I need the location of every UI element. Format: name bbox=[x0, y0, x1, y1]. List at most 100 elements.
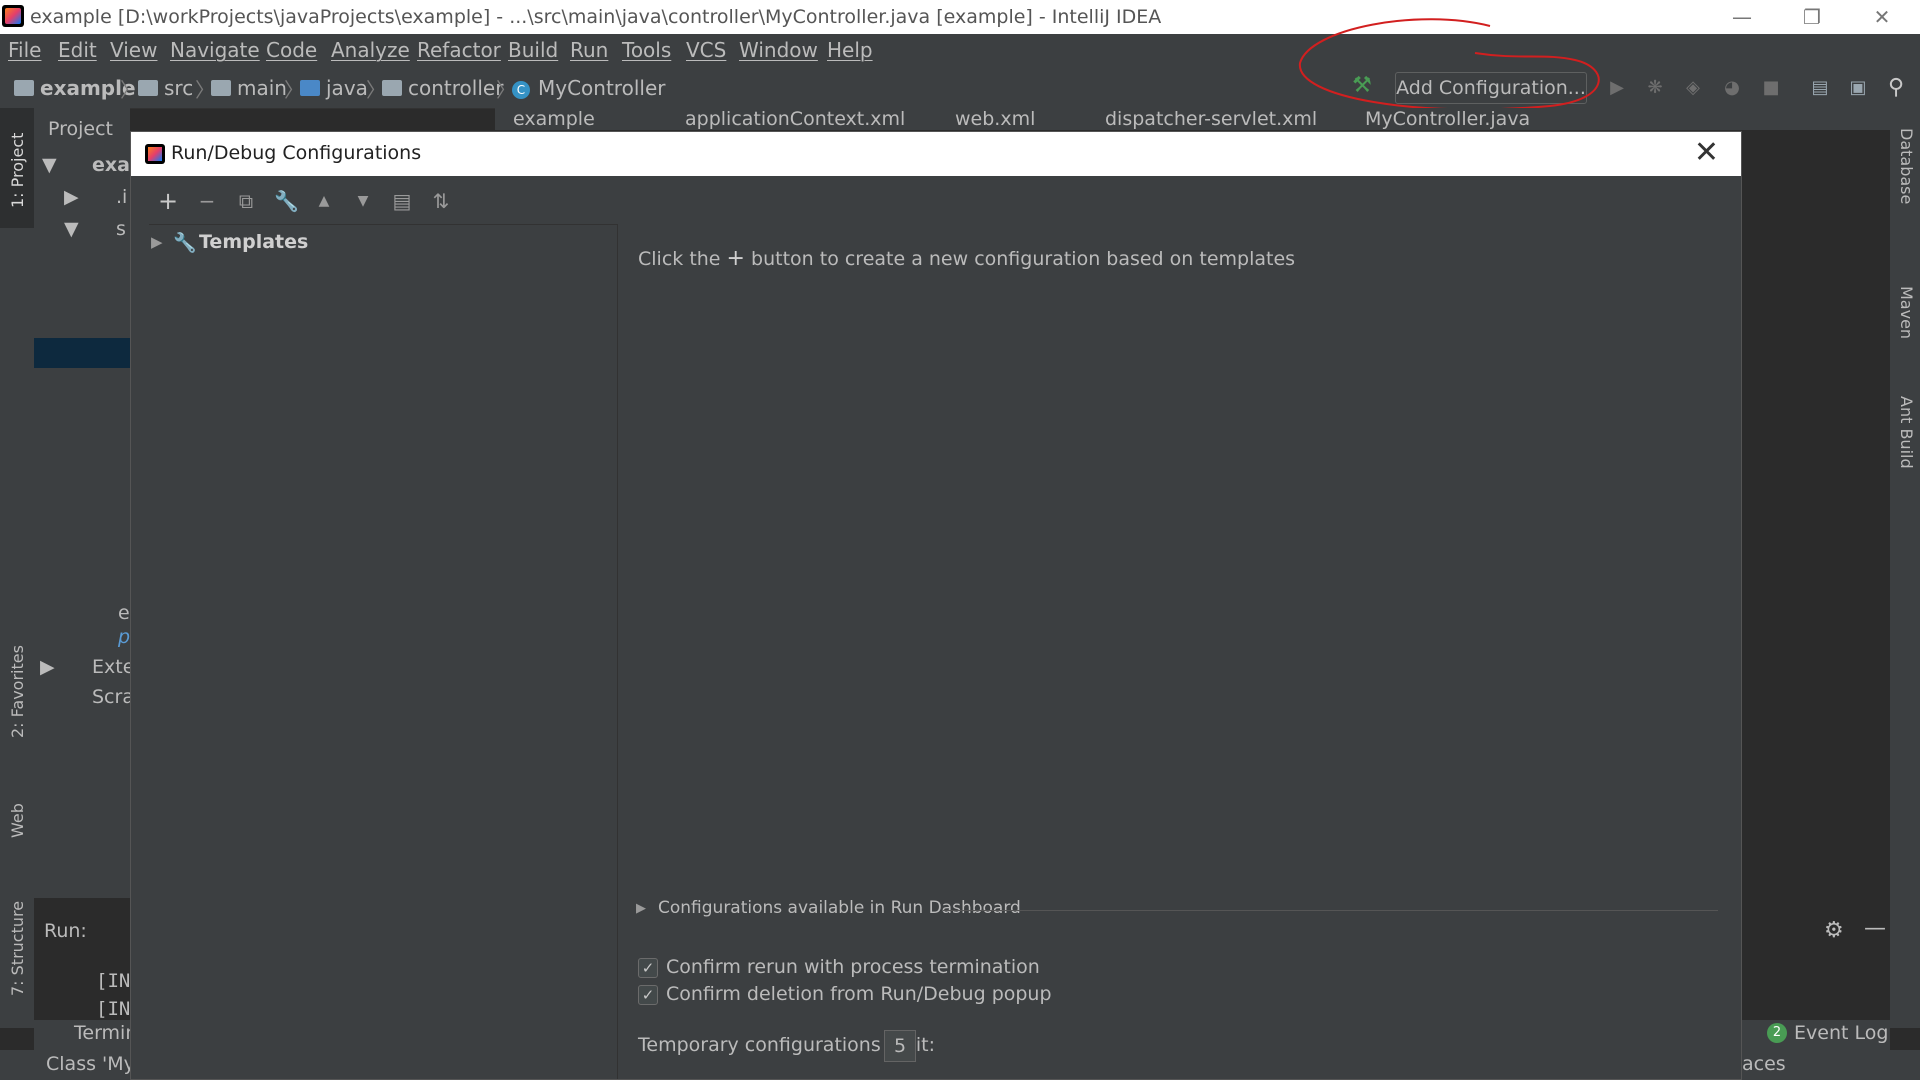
tree-item[interactable]: e bbox=[118, 602, 130, 624]
add-icon[interactable]: + bbox=[157, 189, 179, 213]
expand-arrow-icon[interactable]: ▶ bbox=[151, 233, 163, 251]
menu-refactor[interactable]: Refactor bbox=[417, 38, 501, 62]
add-icon: + bbox=[726, 246, 745, 271]
menu-edit[interactable]: Edit bbox=[58, 38, 97, 62]
sort-icon[interactable]: ⇅ bbox=[430, 190, 452, 212]
class-icon: C bbox=[512, 81, 530, 99]
menu-bar: File Edit View Navigate Code Analyze Ref… bbox=[0, 34, 1920, 66]
move-up-icon[interactable]: ▲ bbox=[313, 190, 335, 212]
profile-icon[interactable]: ◕ bbox=[1722, 78, 1742, 98]
editor-area[interactable] bbox=[1742, 130, 1890, 910]
menu-build[interactable]: Build bbox=[508, 38, 558, 62]
folder-icon bbox=[211, 80, 231, 96]
menu-file[interactable]: File bbox=[8, 38, 41, 62]
window-title: example [D:\workProjects\javaProjects\ex… bbox=[30, 6, 1162, 28]
status-message: Class 'My bbox=[46, 1053, 135, 1075]
menu-run[interactable]: Run bbox=[570, 38, 608, 62]
empty-hint: Click the + button to create a new confi… bbox=[638, 246, 1295, 271]
section-divider bbox=[943, 910, 1718, 911]
menu-vcs[interactable]: VCS bbox=[686, 38, 726, 62]
tree-item-root[interactable]: exar bbox=[92, 154, 130, 176]
breadcrumb-mycontroller[interactable]: C MyController bbox=[512, 76, 665, 100]
editor-tabs: example applicationContext.xml web.xml d… bbox=[495, 108, 1890, 130]
console-line: [IN bbox=[96, 998, 131, 1020]
move-down-icon[interactable]: ▼ bbox=[352, 190, 374, 212]
breadcrumb-src[interactable]: src bbox=[138, 76, 193, 100]
search-icon[interactable]: ⚲ bbox=[1886, 77, 1906, 99]
menu-window[interactable]: Window bbox=[739, 38, 818, 62]
templates-node[interactable]: Templates bbox=[199, 231, 308, 253]
confirm-rerun-checkbox[interactable]: ✓ bbox=[638, 958, 658, 978]
folder-icon bbox=[138, 80, 158, 96]
restore-icon[interactable]: ❐ bbox=[1792, 4, 1832, 30]
tab-favorites[interactable]: 2: Favorites bbox=[0, 638, 34, 768]
intellij-logo-icon bbox=[2, 5, 24, 27]
stop-icon[interactable]: ■ bbox=[1761, 78, 1781, 98]
close-window-icon[interactable]: ✕ bbox=[1862, 4, 1902, 30]
window-titlebar: example [D:\workProjects\javaProjects\ex… bbox=[0, 0, 1920, 34]
copy-icon[interactable]: ⧉ bbox=[235, 190, 257, 212]
configuration-detail-pane: Click the + button to create a new confi… bbox=[618, 224, 1741, 1079]
breadcrumb-example[interactable]: example bbox=[14, 76, 136, 100]
expand-arrow-icon[interactable]: ▶ bbox=[636, 901, 646, 916]
confirm-rerun-label[interactable]: Confirm rerun with process termination bbox=[666, 956, 1040, 978]
dialog-title: Run/Debug Configurations bbox=[171, 142, 422, 164]
confirm-deletion-label[interactable]: Confirm deletion from Run/Debug popup bbox=[666, 983, 1052, 1005]
run-debug-configurations-dialog: Run/Debug Configurations ✕ + − ⧉ 🔧 ▲ ▼ ▤… bbox=[130, 131, 1742, 1080]
menu-analyze[interactable]: Analyze bbox=[331, 38, 410, 62]
project-folder-icon bbox=[14, 80, 34, 96]
tree-item[interactable]: s bbox=[116, 218, 126, 240]
tab-structure[interactable]: 7: Structure bbox=[0, 898, 34, 1018]
breadcrumb-label: java bbox=[326, 76, 368, 100]
tab-dispatcher-servlet[interactable]: dispatcher-servlet.xml bbox=[1105, 108, 1317, 130]
tab-example[interactable]: example bbox=[513, 108, 595, 130]
coverage-icon[interactable]: ◈ bbox=[1683, 78, 1703, 98]
tree-item-scratches[interactable]: Scra bbox=[92, 686, 130, 708]
tree-arrow-icon[interactable]: ▶ bbox=[40, 656, 55, 678]
menu-view[interactable]: View bbox=[110, 38, 157, 62]
breadcrumb-java[interactable]: java bbox=[300, 76, 368, 100]
tree-arrow-icon[interactable]: ▼ bbox=[42, 154, 57, 176]
temp-limit-input[interactable]: 5 bbox=[884, 1030, 916, 1062]
tab-event-log[interactable]: Event Log bbox=[1794, 1022, 1888, 1044]
project-structure-icon[interactable]: ▤ bbox=[1810, 78, 1830, 98]
folder-icon[interactable]: ▤ bbox=[391, 190, 413, 212]
tab-mycontroller[interactable]: MyController.java bbox=[1365, 108, 1530, 130]
breadcrumb-controller[interactable]: controller bbox=[382, 76, 503, 100]
minimize-icon[interactable]: — bbox=[1722, 4, 1762, 30]
tree-arrow-icon[interactable]: ▶ bbox=[64, 186, 79, 208]
tab-web[interactable]: Web bbox=[0, 788, 34, 868]
annotation-circle bbox=[1298, 18, 1600, 111]
breadcrumb-main[interactable]: main bbox=[211, 76, 287, 100]
menu-tools[interactable]: Tools bbox=[622, 38, 671, 62]
project-panel-header[interactable]: Project bbox=[48, 118, 113, 140]
wrench-icon[interactable]: 🔧 bbox=[274, 190, 299, 212]
event-count-badge: 2 bbox=[1767, 1023, 1787, 1043]
tree-item-external-libraries[interactable]: Exte bbox=[92, 656, 130, 678]
terminal-window-icon[interactable]: ▣ bbox=[1848, 78, 1868, 98]
debug-icon[interactable]: ❋ bbox=[1645, 78, 1665, 98]
source-folder-icon bbox=[300, 80, 320, 96]
tree-arrow-icon[interactable]: ▼ bbox=[64, 218, 79, 240]
remove-icon[interactable]: − bbox=[196, 190, 218, 212]
hint-text: button to create a new configuration bas… bbox=[751, 248, 1296, 270]
minimize-panel-icon[interactable]: — bbox=[1864, 916, 1886, 941]
menu-code[interactable]: Code bbox=[266, 38, 317, 62]
tab-web-xml[interactable]: web.xml bbox=[955, 108, 1035, 130]
indent-status[interactable]: aces bbox=[1742, 1053, 1786, 1075]
breadcrumb-label: main bbox=[237, 76, 287, 100]
tree-item[interactable]: .i bbox=[116, 186, 127, 208]
menu-navigate[interactable]: Navigate bbox=[170, 38, 260, 62]
tab-terminal[interactable]: Termin bbox=[74, 1022, 137, 1044]
run-dashboard-section[interactable]: Configurations available in Run Dashboar… bbox=[658, 898, 1021, 918]
confirm-deletion-checkbox[interactable]: ✓ bbox=[638, 985, 658, 1005]
tree-item[interactable]: p bbox=[118, 626, 130, 648]
selected-tree-row bbox=[34, 338, 130, 368]
gear-icon[interactable]: ⚙ bbox=[1824, 918, 1844, 943]
run-icon[interactable]: ▶ bbox=[1607, 78, 1627, 98]
tab-project[interactable]: 1: Project bbox=[0, 108, 34, 228]
menu-help[interactable]: Help bbox=[827, 38, 873, 62]
dialog-toolbar: + − ⧉ 🔧 ▲ ▼ ▤ ⇅ bbox=[131, 176, 616, 224]
close-icon[interactable]: ✕ bbox=[1694, 136, 1719, 170]
tab-application-context[interactable]: applicationContext.xml bbox=[685, 108, 905, 130]
